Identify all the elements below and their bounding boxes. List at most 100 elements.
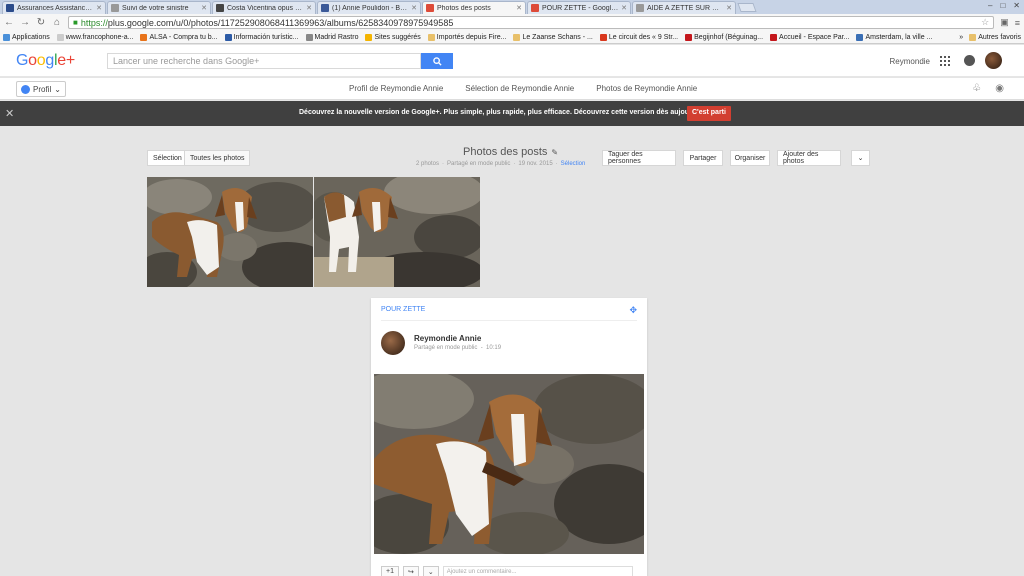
lock-icon: ■ xyxy=(73,18,78,27)
seg-all-photos-button[interactable]: Toutes les photos xyxy=(184,150,251,166)
google-plus-icon xyxy=(531,4,539,12)
profile-dropdown[interactable]: Profil ⌄ xyxy=(16,81,66,97)
bookmark-item[interactable]: Madrid Rastro xyxy=(305,33,358,41)
album-title-text: Photos des posts xyxy=(463,146,548,158)
link-selection[interactable]: Sélection de Reymondie Annie xyxy=(465,84,574,93)
edit-pencil-icon[interactable]: ✎ xyxy=(551,148,558,157)
maximize-icon[interactable]: □ xyxy=(1000,1,1005,10)
browser-tab[interactable]: POUR ZETTE - Google+ ✕ xyxy=(527,1,631,14)
tab-close-icon[interactable]: ✕ xyxy=(621,4,627,12)
search-input[interactable]: Lancer une recherche dans Google+ xyxy=(107,53,421,69)
bell-icon[interactable]: ♧ xyxy=(972,83,981,94)
share-button[interactable]: Partager xyxy=(683,150,723,166)
plus-one-button[interactable]: +1 xyxy=(381,566,399,576)
tab-label: (1) Annie Poulidori - Balei xyxy=(332,4,410,12)
post-photo[interactable] xyxy=(374,374,644,554)
share-icon[interactable]: ↪ xyxy=(402,566,419,576)
search-button[interactable] xyxy=(421,53,453,69)
tag-people-button[interactable]: Taguer des personnes xyxy=(602,150,676,166)
bookmarks-more[interactable]: » xyxy=(959,34,963,41)
cest-parti-button[interactable]: C'est parti xyxy=(687,106,731,121)
browser-tab[interactable]: AIDE A ZETTE SUR GOOG✕ xyxy=(632,1,736,14)
forward-icon[interactable]: → xyxy=(20,17,30,28)
tab-label: Photos des posts xyxy=(437,4,491,12)
bookmark-item[interactable]: Le Zaanse Schans - ... xyxy=(513,33,593,41)
expand-icon[interactable]: ✥ xyxy=(629,305,637,316)
post-collection-tag[interactable]: POUR ZETTE xyxy=(381,306,425,313)
browser-tab[interactable]: Assurances Assistance | V ✕ xyxy=(2,1,106,14)
tab-close-icon[interactable]: ✕ xyxy=(411,4,417,12)
album-photo-1[interactable] xyxy=(147,177,313,287)
tab-close-icon[interactable]: ✕ xyxy=(201,4,207,12)
bookmark-item[interactable]: Le circuit des « 9 Str... xyxy=(599,33,678,41)
bookmark-label: Importés depuis Fire... xyxy=(436,33,507,41)
extension-icon[interactable]: ▣ xyxy=(1000,17,1009,28)
tab-label: Assurances Assistance | V xyxy=(17,4,95,12)
author-avatar[interactable] xyxy=(381,331,405,355)
add-photos-button[interactable]: Ajouter des photos xyxy=(777,150,841,166)
bookmark-star-icon[interactable]: ☆ xyxy=(981,17,989,28)
bookmark-item[interactable]: Accueil - Espace Par... xyxy=(770,33,849,41)
chrome-menu-icon[interactable]: ≡ xyxy=(1015,18,1020,28)
home-icon[interactable]: ⌂ xyxy=(52,17,62,28)
bookmark-item[interactable]: Applications xyxy=(3,33,50,41)
tab-close-icon[interactable]: ✕ xyxy=(726,4,732,12)
browser-tab[interactable]: Photos des posts ✕ xyxy=(422,1,526,14)
other-bookmarks-label: Autres favoris xyxy=(978,33,1021,41)
banner-text: Découvrez la nouvelle version de Google+… xyxy=(299,109,711,116)
post-time[interactable]: 10:19 xyxy=(486,345,501,351)
link-photos[interactable]: Photos de Reymondie Annie xyxy=(596,84,697,93)
more-share-icon[interactable]: ⌄ xyxy=(422,566,439,576)
facebook-icon xyxy=(321,4,329,12)
bookmark-item[interactable]: Información turístic... xyxy=(224,33,299,41)
photo-icon xyxy=(216,4,224,12)
seg-selection-button[interactable]: Sélection xyxy=(147,150,188,166)
organize-button[interactable]: Organiser xyxy=(730,150,770,166)
doc-icon xyxy=(111,4,119,12)
profile-label: Profil xyxy=(33,84,52,94)
comment-input[interactable]: Ajoutez un commentaire... xyxy=(442,566,633,576)
album-photo-2[interactable] xyxy=(314,177,480,287)
hangouts-icon[interactable]: ◉ xyxy=(995,83,1004,94)
apps-grid-icon[interactable] xyxy=(940,56,950,66)
tab-close-icon[interactable]: ✕ xyxy=(306,4,312,12)
window-controls: – □ ✕ xyxy=(988,1,1020,10)
tab-close-icon[interactable]: ✕ xyxy=(516,4,522,12)
divider xyxy=(381,320,637,321)
browser-tab[interactable]: Costa Vicentina opus 3 - F ✕ xyxy=(212,1,316,14)
close-window-icon[interactable]: ✕ xyxy=(1013,1,1020,10)
bookmark-item[interactable]: Begijnhof (Béguinag... xyxy=(685,33,763,41)
browser-tab[interactable]: (1) Annie Poulidori - Balei ✕ xyxy=(317,1,421,14)
new-version-banner: ✕ Découvrez la nouvelle version de Googl… xyxy=(0,101,1024,126)
browser-tab[interactable]: Suivi de votre sinistre ✕ xyxy=(107,1,211,14)
more-options-button[interactable]: ⌄ xyxy=(851,150,870,166)
bookmark-favicon-icon xyxy=(856,33,864,41)
reload-icon[interactable]: ↻ xyxy=(36,17,46,28)
bookmark-item[interactable]: www.francophone-a... xyxy=(56,33,134,41)
minimize-icon[interactable]: – xyxy=(988,1,992,10)
bookmark-item[interactable]: ALSA - Compra tu b... xyxy=(140,33,218,41)
bookmark-favicon-icon xyxy=(224,33,232,41)
close-icon[interactable]: ✕ xyxy=(5,107,14,120)
post-author[interactable]: Reymondie Annie xyxy=(414,334,481,343)
bookmark-item[interactable]: Importés depuis Fire... xyxy=(427,33,507,41)
tab-close-icon[interactable]: ✕ xyxy=(96,4,102,12)
dog-photo-image xyxy=(147,177,313,287)
browser-toolbar: ← → ↻ ⌂ ■ https:// plus.google.com/u/0/p… xyxy=(0,14,1024,31)
link-profile[interactable]: Profil de Reymondie Annie xyxy=(349,84,443,93)
avatar[interactable] xyxy=(985,52,1002,69)
gplus-header: Google+ Lancer une recherche dans Google… xyxy=(0,45,1024,77)
notifications-icon[interactable] xyxy=(964,55,975,66)
user-name[interactable]: Reymondie xyxy=(890,57,930,66)
album-selection-link[interactable]: Sélection xyxy=(561,161,586,167)
bookmark-item[interactable]: Amsterdam, la ville ... xyxy=(856,33,932,41)
new-tab-button[interactable] xyxy=(737,3,757,12)
address-bar[interactable]: ■ https:// plus.google.com/u/0/photos/11… xyxy=(68,16,995,29)
bookmark-label: www.francophone-a... xyxy=(65,33,134,41)
bookmark-item[interactable]: Sites suggérés xyxy=(365,33,421,41)
back-icon[interactable]: ← xyxy=(4,17,14,28)
google-plus-logo[interactable]: Google+ xyxy=(16,52,75,70)
post-card: POUR ZETTE ✥ Reymondie Annie Partagé en … xyxy=(371,298,647,576)
bookmark-favicon-icon xyxy=(3,33,10,41)
other-bookmarks[interactable]: Autres favoris xyxy=(969,33,1021,41)
